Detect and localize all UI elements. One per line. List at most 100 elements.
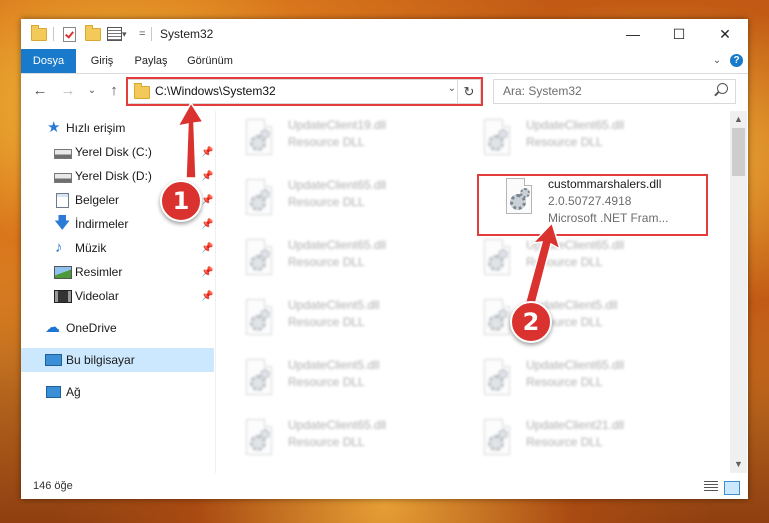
scroll-thumb[interactable]	[732, 128, 745, 176]
scroll-up-icon[interactable]: ▲	[730, 111, 747, 128]
pin-icon: 📌	[201, 195, 214, 206]
details-view-icon[interactable]	[704, 481, 718, 493]
star-icon: ★	[47, 119, 61, 136]
properties-icon[interactable]	[107, 26, 122, 42]
dll-file-icon	[480, 299, 512, 337]
sidebar-item-onedrive[interactable]: ☁ OneDrive	[21, 316, 214, 340]
pictures-icon	[54, 266, 72, 279]
tab-view[interactable]: Görünüm	[182, 49, 238, 73]
sidebar-item-label: Müzik	[75, 241, 107, 255]
file-type: Resource DLL	[288, 315, 365, 329]
sidebar-item-this-pc[interactable]: Bu bilgisayar	[21, 348, 214, 372]
file-type: Resource DLL	[288, 195, 365, 209]
back-button[interactable]: ←	[31, 82, 49, 100]
scroll-down-icon[interactable]: ▼	[730, 456, 747, 473]
sidebar-item-music[interactable]: ♪ Müzik 📌	[21, 236, 214, 260]
sidebar-item-label: Videolar	[75, 289, 119, 303]
close-button[interactable]: ✕	[702, 19, 748, 49]
file-list: UpdateClient19.dll Resource DLL UpdateCl…	[218, 111, 730, 473]
new-folder-icon[interactable]	[85, 24, 101, 42]
video-icon	[54, 290, 72, 303]
file-type: Resource DLL	[288, 435, 365, 449]
cloud-icon: ☁	[45, 319, 60, 336]
quick-access-dropdown-icon[interactable]: ▾	[122, 26, 127, 42]
sidebar-item-label: Ağ	[66, 385, 81, 399]
file-tile[interactable]: UpdateClient65.dll Resource DLL	[240, 235, 470, 289]
documents-icon	[56, 193, 69, 208]
pin-icon: 📌	[201, 171, 214, 182]
file-highlight	[477, 174, 708, 236]
file-type: Resource DLL	[288, 255, 365, 269]
maximize-button[interactable]: ☐	[656, 19, 702, 49]
file-name: UpdateClient19.dll	[288, 118, 387, 132]
search-box[interactable]: Ara: System32	[493, 79, 736, 104]
dll-file-icon	[480, 359, 512, 397]
ribbon-tabs: Dosya Giriş Paylaş Görünüm ⌄ ?	[21, 49, 748, 74]
file-tile[interactable]: UpdateClient21.dll Resource DLL	[478, 415, 708, 469]
network-icon	[46, 386, 61, 398]
file-type: Resource DLL	[526, 375, 603, 389]
sidebar-item-label: Yerel Disk (C:)	[75, 145, 152, 159]
large-icons-view-icon[interactable]	[724, 481, 740, 495]
file-type: Resource DLL	[526, 255, 603, 269]
file-tile[interactable]: UpdateClient65.dll Resource DLL	[240, 415, 470, 469]
file-tile[interactable]: UpdateClient5.dll Resource DLL	[240, 295, 470, 349]
dll-file-icon	[242, 239, 274, 277]
separator	[151, 26, 152, 42]
dll-file-icon	[242, 419, 274, 457]
tab-file[interactable]: Dosya	[21, 49, 76, 73]
pin-icon: 📌	[201, 291, 214, 302]
folder-icon	[31, 24, 47, 42]
dll-file-icon	[242, 359, 274, 397]
customize-toolbar-icon[interactable]: =	[139, 26, 145, 42]
pane-divider[interactable]	[215, 111, 216, 473]
dll-file-icon	[242, 299, 274, 337]
dll-file-icon	[480, 419, 512, 457]
file-name: UpdateClient65.dll	[288, 178, 387, 192]
computer-icon	[45, 354, 62, 366]
file-tile[interactable]: UpdateClient65.dll Resource DLL	[478, 235, 708, 289]
sidebar-item-label: OneDrive	[66, 321, 117, 335]
up-button[interactable]: ↑	[105, 82, 123, 100]
file-name: UpdateClient5.dll	[288, 298, 380, 312]
dll-file-icon	[242, 119, 274, 157]
file-tile[interactable]: UpdateClient19.dll Resource DLL	[240, 115, 470, 169]
expand-ribbon-icon[interactable]: ⌄	[710, 55, 724, 67]
sidebar-item-label: Bu bilgisayar	[66, 353, 135, 367]
sidebar-item-pictures[interactable]: Resimler 📌	[21, 260, 214, 284]
sidebar-item-network[interactable]: Ağ	[21, 380, 214, 404]
music-icon: ♪	[55, 239, 63, 256]
search-icon[interactable]	[717, 83, 728, 94]
file-name: UpdateClient65.dll	[526, 358, 625, 372]
drive-icon	[54, 148, 72, 159]
minimize-button[interactable]: —	[610, 19, 656, 49]
vertical-scrollbar[interactable]: ▲ ▼	[730, 111, 747, 473]
sidebar-item-videos[interactable]: Videolar 📌	[21, 284, 214, 308]
pin-icon: 📌	[201, 243, 214, 254]
file-type: Resource DLL	[288, 375, 365, 389]
file-name: UpdateClient21.dll	[526, 418, 625, 432]
tab-share[interactable]: Paylaş	[129, 49, 173, 73]
dll-file-icon	[242, 179, 274, 217]
sidebar-item-label: İndirmeler	[75, 217, 129, 231]
file-tile[interactable]: UpdateClient65.dll Resource DLL	[478, 115, 708, 169]
forward-button[interactable]: →	[59, 82, 77, 100]
download-icon: 🡇	[54, 215, 71, 232]
sidebar-item-quick-access[interactable]: ★ Hızlı erişim	[21, 116, 214, 140]
dll-file-icon	[480, 239, 512, 277]
sidebar-item-disk-c[interactable]: Yerel Disk (C:) 📌	[21, 140, 214, 164]
help-icon[interactable]: ?	[730, 54, 743, 67]
file-name: UpdateClient65.dll	[526, 118, 625, 132]
properties-check-icon[interactable]	[63, 26, 76, 42]
tab-home[interactable]: Giriş	[83, 49, 121, 73]
file-tile[interactable]: UpdateClient65.dll Resource DLL	[478, 355, 708, 409]
search-input[interactable]: Ara: System32	[503, 84, 582, 98]
recent-locations-dropdown[interactable]: ⌄	[83, 82, 101, 100]
separator	[53, 26, 54, 42]
file-tile[interactable]: UpdateClient5.dll Resource DLL	[240, 355, 470, 409]
file-tile[interactable]: UpdateClient65.dll Resource DLL	[240, 175, 470, 229]
title-bar: ▾ = System32 — ☐ ✕	[21, 19, 748, 49]
file-type: Resource DLL	[288, 135, 365, 149]
sidebar-item-label: Hızlı erişim	[66, 121, 126, 135]
window-title: System32	[160, 27, 214, 41]
